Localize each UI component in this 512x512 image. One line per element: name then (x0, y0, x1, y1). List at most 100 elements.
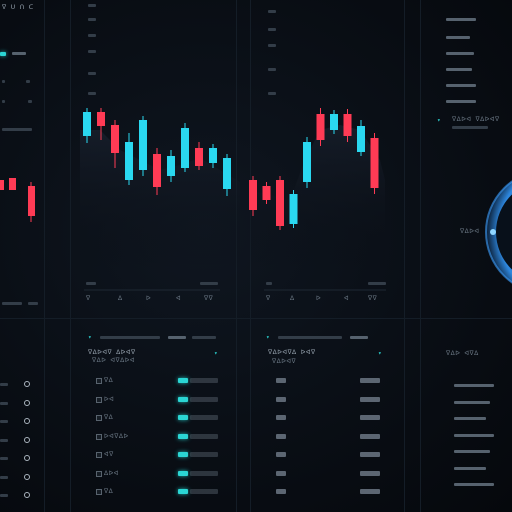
row-track (190, 415, 218, 420)
row-value-bar (178, 415, 188, 420)
candle-body (83, 112, 91, 136)
row-track (190, 396, 218, 402)
row-checkbox[interactable] (96, 378, 102, 384)
radio-icon[interactable] (24, 455, 30, 461)
x-tick-label: ᐃ (118, 295, 123, 302)
row-value-bar (178, 396, 188, 402)
candle-body (370, 138, 379, 188)
row-checkbox[interactable] (96, 433, 102, 440)
row-marker (0, 383, 8, 386)
candle-body (330, 114, 338, 130)
candle-body (343, 114, 352, 136)
candle-body (223, 158, 231, 189)
row-marker (0, 475, 8, 479)
row-label: ᐅᐊ (104, 395, 115, 403)
row-tag (276, 433, 286, 439)
candle-body (262, 186, 271, 200)
sort-icon[interactable]: ▾ (378, 350, 382, 357)
radio-icon[interactable] (24, 492, 30, 498)
axis-tick (86, 282, 96, 285)
row-marker (0, 401, 8, 405)
caret-icon[interactable]: ▾ (88, 334, 92, 341)
row-checkbox[interactable] (96, 415, 102, 421)
row-label: ᐊᐁ (104, 451, 114, 458)
x-tick-label: ᐁ (86, 295, 91, 302)
axis-tick (28, 302, 38, 305)
row-track (190, 470, 218, 476)
row-marker (0, 457, 8, 460)
right-list-row[interactable] (454, 417, 486, 420)
row-label: ᐁᐃ (104, 414, 114, 421)
candle (9, 178, 16, 190)
row-tag (276, 489, 286, 494)
row-value-bar (360, 415, 380, 420)
row-track (190, 489, 218, 494)
candle-body (209, 148, 217, 163)
row-track (190, 378, 218, 383)
row-value-bar (360, 396, 380, 402)
panel-header-line (278, 336, 342, 339)
row-value-bar (360, 433, 380, 439)
sort-icon[interactable]: ▾ (214, 350, 218, 357)
row-checkbox[interactable] (96, 452, 102, 458)
row-value-bar (360, 452, 380, 457)
candle-body (111, 125, 119, 153)
radio-icon[interactable] (24, 399, 30, 406)
panel-subtitle: ᐁᐃᐅᐊᐁ (272, 358, 297, 365)
radio-icon[interactable] (24, 381, 30, 387)
panel-header-tag (192, 336, 216, 339)
candle-body (167, 156, 175, 176)
left-edge-chart (0, 178, 35, 222)
gauge-ring (485, 180, 512, 284)
candle-body (153, 154, 161, 187)
row-tag (276, 415, 286, 420)
axis-tick (266, 282, 272, 285)
x-tick-label: ᐅ (146, 295, 152, 302)
radio-icon[interactable] (24, 436, 30, 443)
x-tick-label: ᐅ (316, 295, 322, 302)
row-value-bar (178, 470, 188, 476)
axis-tick (368, 282, 386, 285)
right-list-row[interactable] (454, 483, 494, 486)
candle-body (303, 142, 311, 182)
candle-body (357, 126, 365, 152)
axis-tick (200, 282, 218, 285)
right-list-row[interactable] (454, 433, 494, 437)
right-list-row[interactable] (454, 384, 494, 387)
trading-dashboard: ᐁ ᑌ ᑎ ᑕ ▾ ᐁᐃᐅᐊ ᐁᐃᐅᐊᐁ ᐁ ᐃ ᐅ ᐊ ᐁᐁ ᐁ ᐃ ᐅ ᐊ … (0, 0, 512, 512)
row-tag (276, 396, 286, 402)
row-label: ᐁᐃ (104, 377, 114, 384)
panel-header-tag (168, 336, 186, 339)
panel-header-line (100, 336, 160, 339)
x-tick-label: ᐁ (266, 295, 271, 302)
radio-icon[interactable] (24, 473, 30, 480)
panel-header-tag (350, 336, 368, 339)
panel-title: ᐁᐃᐅᐊᐁ ᐃᐅᐊᐁ (88, 349, 136, 356)
x-tick-label: ᐊ (176, 295, 182, 302)
row-label: ᐃᐅᐊ (104, 469, 119, 477)
right-list-row[interactable] (454, 400, 490, 404)
row-checkbox[interactable] (96, 489, 102, 495)
row-value-bar (360, 378, 380, 383)
row-value-bar (178, 433, 188, 439)
candlestick-charts (0, 108, 512, 291)
row-marker (0, 494, 8, 497)
right-list-row[interactable] (454, 450, 490, 453)
row-track (190, 452, 218, 457)
candle-body (139, 120, 147, 170)
right-list-row[interactable] (454, 466, 486, 470)
row-label: ᐅᐊᐁᐃᐅ (104, 432, 129, 440)
caret-icon[interactable]: ▾ (266, 334, 270, 341)
row-label: ᐁᐃ (104, 488, 114, 495)
row-checkbox[interactable] (96, 470, 102, 477)
row-tag (276, 452, 286, 457)
x-tick-label: ᐁᐁ (368, 295, 378, 302)
row-marker (0, 420, 8, 423)
candle-body (276, 180, 284, 226)
row-track (190, 433, 218, 439)
row-marker (0, 438, 8, 442)
radio-icon[interactable] (24, 418, 30, 424)
row-checkbox[interactable] (96, 396, 102, 403)
row-value-bar (178, 378, 188, 383)
candle (0, 180, 4, 190)
